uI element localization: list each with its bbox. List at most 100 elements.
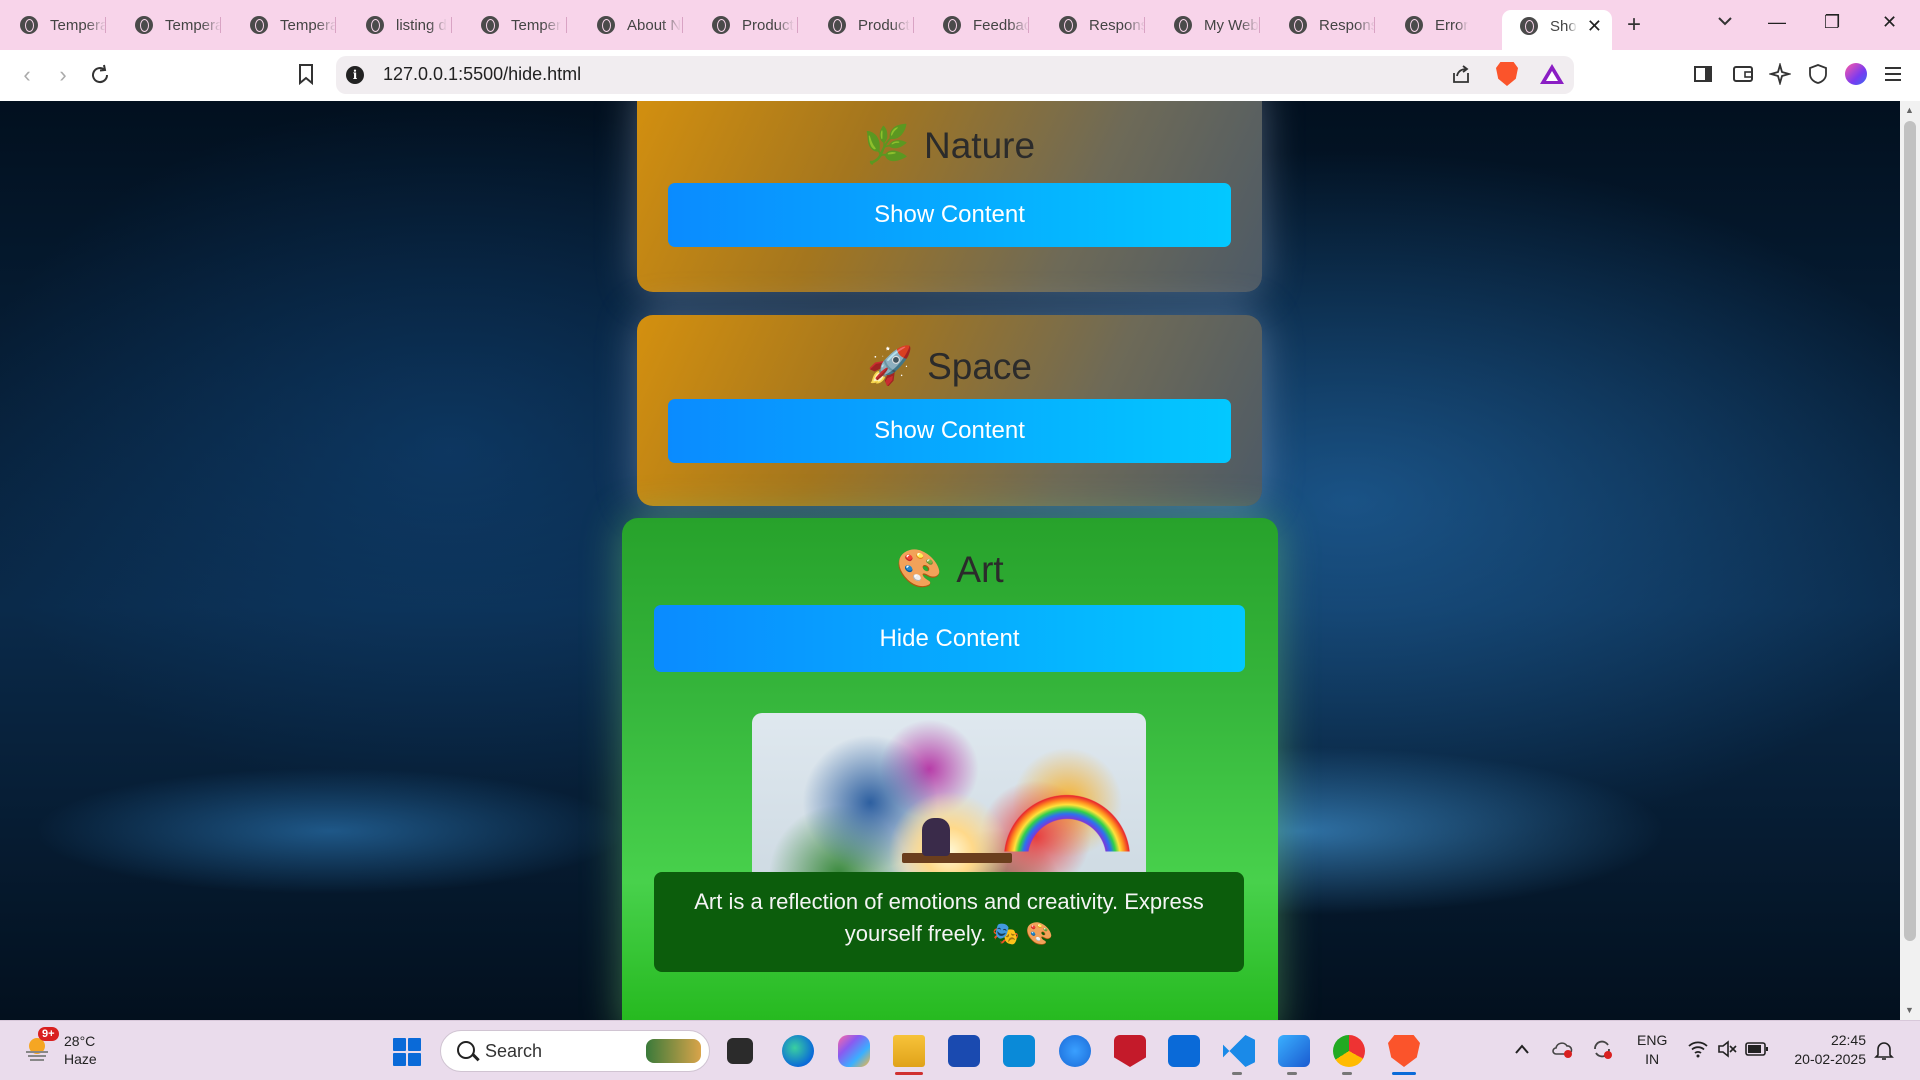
page-scrollbar[interactable]: ▲ ▼ [1900, 101, 1920, 1020]
browser-tab[interactable]: Product [810, 10, 914, 40]
sync-icon[interactable] [1591, 1038, 1613, 1060]
mcafee-icon[interactable] [1114, 1035, 1146, 1067]
minimize-button[interactable]: — [1768, 12, 1786, 33]
show-content-button[interactable]: Show Content [668, 399, 1231, 463]
hide-content-button[interactable]: Hide Content [654, 605, 1245, 672]
browser-tab[interactable]: Error [1387, 10, 1491, 40]
globe-icon [943, 16, 961, 34]
browser-tab-active[interactable]: Sho ✕ [1502, 10, 1612, 50]
card-title: 🎨 Art [622, 548, 1278, 591]
browser-tab[interactable]: My Web [1156, 10, 1260, 40]
tab-label: Feedbac [973, 16, 1029, 34]
browser-tab[interactable]: Temper [463, 10, 567, 40]
reload-icon[interactable] [88, 63, 112, 87]
chrome-icon[interactable] [1333, 1035, 1365, 1067]
art-description: Art is a reflection of emotions and crea… [654, 872, 1244, 972]
language-region: IN [1645, 1051, 1660, 1067]
clock-time: 22:45 [1830, 1032, 1866, 1048]
tab-label: Error [1435, 16, 1469, 34]
system-clock[interactable]: 22:45 20-02-2025 [1786, 1031, 1866, 1069]
browser-tab[interactable]: Respons [1041, 10, 1145, 40]
ms-store-icon[interactable] [948, 1035, 980, 1067]
scroll-down-arrow[interactable]: ▼ [1905, 1005, 1914, 1015]
wifi-icon[interactable] [1687, 1040, 1709, 1058]
leo-ai-icon[interactable] [1769, 63, 1791, 85]
vscode-icon[interactable] [1223, 1035, 1255, 1067]
profile-avatar[interactable] [1845, 63, 1867, 85]
menu-icon[interactable] [1883, 65, 1903, 83]
browser-tab[interactable]: Respons [1271, 10, 1375, 40]
language-indicator[interactable]: ENG IN [1637, 1031, 1667, 1069]
bookmark-icon[interactable] [297, 63, 315, 85]
globe-icon [1174, 16, 1192, 34]
notification-bell-icon[interactable] [1874, 1039, 1894, 1061]
rocket-icon: 🚀 [867, 345, 914, 386]
forward-icon[interactable]: › [50, 62, 76, 88]
browser-tab[interactable]: About N [579, 10, 683, 40]
language-code: ENG [1637, 1032, 1668, 1048]
brave-rewards-icon[interactable] [1540, 64, 1564, 84]
help-icon[interactable] [1059, 1035, 1091, 1067]
search-icon [457, 1041, 475, 1059]
tab-label: Product [858, 16, 910, 34]
tab-label: Temper [511, 16, 562, 34]
tab-strip: Tempera Tempera Tempera listing d Temper… [0, 0, 1920, 50]
photos-icon[interactable] [1278, 1035, 1310, 1067]
scroll-up-arrow[interactable]: ▲ [1905, 105, 1914, 115]
browser-tab[interactable]: Feedbac [925, 10, 1029, 40]
back-icon[interactable]: ‹ [14, 62, 40, 88]
volume-muted-icon[interactable] [1717, 1039, 1737, 1059]
url-text[interactable]: 127.0.0.1:5500/hide.html [383, 64, 581, 85]
tab-label: Tempera [280, 16, 336, 34]
temperature-text: 28°C [64, 1033, 96, 1049]
palette-icon: 🎨 [896, 548, 943, 589]
edge-icon[interactable] [782, 1035, 814, 1067]
battery-icon[interactable] [1745, 1041, 1769, 1057]
share-icon[interactable] [1451, 64, 1471, 84]
tab-label: Respons [1319, 16, 1375, 34]
restore-button[interactable]: ❐ [1824, 12, 1840, 33]
running-indicator [1342, 1072, 1352, 1075]
close-window-button[interactable]: ✕ [1882, 12, 1897, 33]
card-nature: 🌿 Nature Show Content [637, 101, 1262, 292]
myhp-icon[interactable] [1003, 1035, 1035, 1067]
card-title-text: Nature [924, 124, 1036, 166]
card-title: 🚀 Space [637, 345, 1262, 388]
tab-label: My Web [1204, 16, 1259, 34]
sidebar-icon[interactable] [1693, 64, 1713, 84]
copilot-icon[interactable] [838, 1035, 870, 1067]
vpn-shield-icon[interactable] [1808, 63, 1828, 85]
taskbar-search[interactable]: Search [440, 1030, 710, 1072]
browser-tab[interactable]: listing d [348, 10, 452, 40]
weather-widget[interactable]: 28°C Haze [64, 1032, 97, 1068]
tab-label: Product [742, 16, 794, 34]
site-info-icon[interactable]: i [346, 66, 364, 84]
chevron-down-icon[interactable] [1716, 12, 1734, 30]
brave-icon[interactable] [1388, 1035, 1420, 1067]
card-title-text: Space [927, 345, 1032, 387]
browser-tab[interactable]: Tempera [117, 10, 221, 40]
globe-icon [712, 16, 730, 34]
show-content-button[interactable]: Show Content [668, 183, 1231, 247]
onedrive-icon[interactable] [1552, 1039, 1574, 1059]
tab-label: Tempera [50, 16, 106, 34]
outlook-icon[interactable] [1168, 1035, 1200, 1067]
globe-icon [135, 16, 153, 34]
task-view-icon[interactable] [727, 1038, 753, 1064]
close-tab-icon[interactable]: ✕ [1587, 16, 1602, 37]
file-explorer-icon[interactable] [893, 1035, 925, 1067]
browser-tab[interactable]: Tempera [232, 10, 336, 40]
globe-icon [1059, 16, 1077, 34]
search-placeholder: Search [485, 1041, 543, 1061]
globe-icon [20, 16, 38, 34]
new-tab-button[interactable]: + [1627, 11, 1641, 39]
browser-tab[interactable]: Product [694, 10, 798, 40]
browser-tab[interactable]: Tempera [2, 10, 106, 40]
scroll-thumb[interactable] [1904, 121, 1916, 941]
windows-start-icon[interactable] [393, 1038, 421, 1066]
wallet-icon[interactable] [1732, 64, 1754, 84]
desk-shape [902, 853, 1012, 863]
running-indicator [895, 1072, 923, 1075]
tray-chevron-up-icon[interactable] [1514, 1043, 1530, 1055]
weather-badge: 9+ [38, 1027, 59, 1041]
